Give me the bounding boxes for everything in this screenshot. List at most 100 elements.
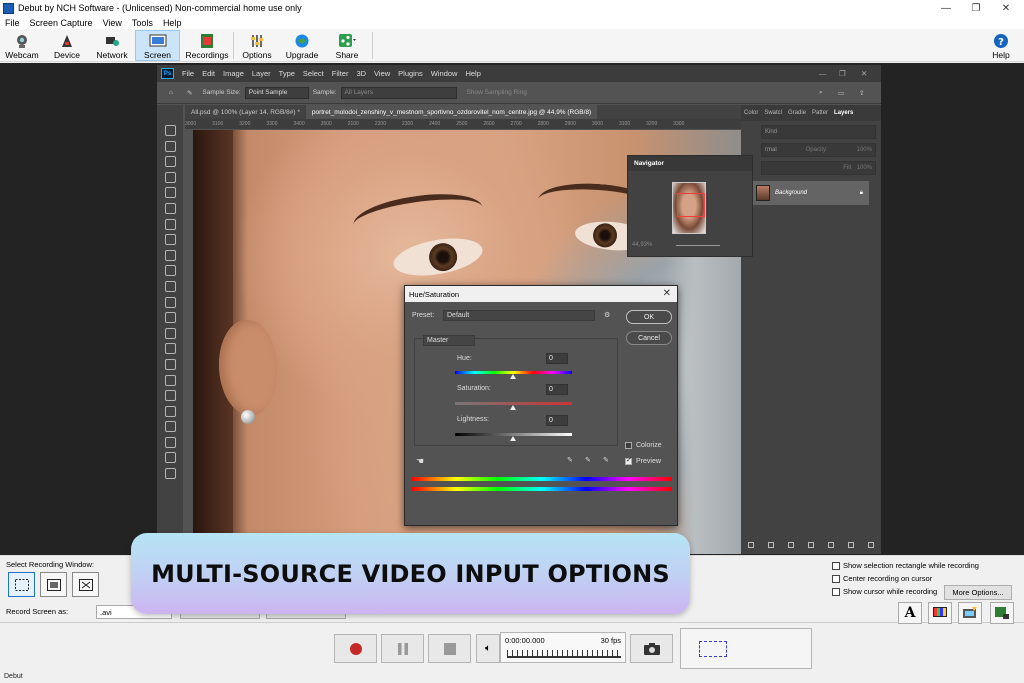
device-button[interactable]: Device xyxy=(48,30,86,61)
ps-menu-view[interactable]: View xyxy=(370,69,394,78)
preset-options-icon[interactable]: ⚙ xyxy=(604,311,610,319)
option-show-cursor[interactable]: Show cursor while recording xyxy=(832,587,937,596)
history-brush-icon[interactable] xyxy=(164,280,176,292)
colorize-checkbox[interactable] xyxy=(625,442,632,449)
navigator-zoom[interactable]: 44,93% xyxy=(632,242,652,248)
volume-button[interactable]: 🔈︎ xyxy=(476,634,500,663)
group-icon[interactable] xyxy=(828,542,834,548)
stamp-tool-icon[interactable] xyxy=(164,265,176,277)
tab-gradients[interactable]: Gradie xyxy=(785,110,809,116)
marquee-tool-icon[interactable] xyxy=(164,140,176,152)
menu-file[interactable]: File xyxy=(0,18,25,28)
tab-patterns[interactable]: Patter xyxy=(809,110,831,116)
fill-value[interactable]: 100% xyxy=(857,165,872,171)
move-tool-icon[interactable] xyxy=(164,125,176,136)
eyedropper-subtract-icon[interactable]: ✎ xyxy=(603,456,609,464)
color-swatch-icon[interactable] xyxy=(164,468,176,480)
sample-size-select[interactable]: Point Sample xyxy=(244,86,309,99)
checkbox[interactable] xyxy=(832,561,840,570)
ps-restore-icon[interactable]: ❐ xyxy=(839,69,846,78)
option-show-selection[interactable]: Show selection rectangle while recording xyxy=(832,561,979,570)
fx-icon[interactable] xyxy=(768,542,774,548)
stop-button[interactable] xyxy=(428,634,471,663)
snapshot-button[interactable] xyxy=(630,634,673,663)
ps-menu-file[interactable]: File xyxy=(178,69,198,78)
shape-tool-icon[interactable] xyxy=(164,405,176,417)
menu-help[interactable]: Help xyxy=(158,18,187,28)
preset-select[interactable]: Default xyxy=(443,310,595,321)
dodge-tool-icon[interactable] xyxy=(164,343,176,355)
cancel-button[interactable]: Cancel xyxy=(626,331,672,345)
eyedropper-tool-icon[interactable]: ✎ xyxy=(187,89,192,97)
lightness-value[interactable]: 0 xyxy=(546,415,568,426)
tab-color[interactable]: Color xyxy=(741,110,761,116)
ps-menu-filter[interactable]: Filter xyxy=(328,69,353,78)
upgrade-button[interactable]: Upgrade xyxy=(282,30,322,61)
menu-view[interactable]: View xyxy=(98,18,127,28)
checkbox[interactable] xyxy=(832,587,840,596)
blend-mode-select[interactable]: rmal xyxy=(765,147,777,153)
more-tools-icon[interactable] xyxy=(164,452,176,464)
document-tab-active[interactable]: portret_molodoi_zenshiny_v_mestnom_sport… xyxy=(305,105,598,119)
network-button[interactable]: Network xyxy=(92,30,132,61)
link-layers-icon[interactable] xyxy=(748,542,754,548)
video-effects-button[interactable] xyxy=(958,602,982,624)
ps-menu-help[interactable]: Help xyxy=(461,69,484,78)
saturation-slider-knob[interactable] xyxy=(510,405,516,410)
lightness-slider-knob[interactable] xyxy=(510,436,516,441)
preview-checkbox[interactable] xyxy=(625,456,632,465)
layer-background[interactable]: Background 🔒︎ xyxy=(751,181,869,205)
minimize-button[interactable]: — xyxy=(930,0,962,16)
text-caption-button[interactable]: A xyxy=(898,602,922,624)
document-tab[interactable]: All.psd @ 100% (Layer 14, RGB/8#) * xyxy=(185,105,306,119)
ps-menu-edit[interactable]: Edit xyxy=(198,69,219,78)
hand-tool-icon[interactable] xyxy=(164,421,176,433)
select-rectangle-button[interactable] xyxy=(8,572,35,597)
ps-menu-type[interactable]: Type xyxy=(275,69,299,78)
show-sampling-ring-checkbox[interactable]: Show Sampling Ring xyxy=(467,89,527,96)
ps-search-icon[interactable]: ⌕ xyxy=(819,89,823,97)
share-button[interactable]: Share xyxy=(326,30,368,61)
ps-minimize-icon[interactable]: — xyxy=(819,69,827,78)
webcam-button[interactable]: Webcam xyxy=(2,30,42,61)
record-button[interactable] xyxy=(334,634,377,663)
ps-close-icon[interactable]: ✕ xyxy=(861,69,867,78)
sample-select[interactable]: All Layers xyxy=(340,86,457,99)
opacity-value[interactable]: 100% xyxy=(857,147,872,153)
ps-menu-select[interactable]: Select xyxy=(299,69,328,78)
ps-menu-layer[interactable]: Layer xyxy=(248,69,275,78)
adjustment-icon[interactable] xyxy=(808,542,814,548)
delete-layer-icon[interactable] xyxy=(868,542,874,548)
tab-layers[interactable]: Layers xyxy=(831,110,856,116)
color-adjust-button[interactable] xyxy=(928,602,952,624)
eyedropper-icon[interactable] xyxy=(164,218,176,230)
ps-menu-3d[interactable]: 3D xyxy=(352,69,370,78)
tab-swatches[interactable]: Swatcl xyxy=(761,110,785,116)
menu-screen-capture[interactable]: Screen Capture xyxy=(25,18,98,28)
timeline-line[interactable] xyxy=(507,656,621,658)
frame-tool-icon[interactable] xyxy=(164,202,176,214)
navigator-zoom-slider[interactable] xyxy=(676,245,720,246)
ps-menu-window[interactable]: Window xyxy=(427,69,462,78)
lasso-tool-icon[interactable] xyxy=(164,156,176,168)
ps-workspace-icon[interactable]: ▭ xyxy=(838,89,844,97)
brush-tool-icon[interactable] xyxy=(164,249,176,261)
hue-value[interactable]: 0 xyxy=(546,353,568,364)
checkbox[interactable] xyxy=(832,574,840,583)
type-tool-icon[interactable] xyxy=(164,374,176,386)
restore-button[interactable]: ❐ xyxy=(960,0,992,16)
dialog-close-icon[interactable]: ✕ xyxy=(663,288,671,299)
ok-button[interactable]: OK xyxy=(626,310,672,324)
targeted-adjust-hand-icon[interactable]: ☚ xyxy=(416,456,424,467)
screen-button[interactable]: Screen xyxy=(135,30,180,61)
eyedropper-sample-icon[interactable]: ✎ xyxy=(567,456,573,464)
gradient-tool-icon[interactable] xyxy=(164,312,176,324)
recordings-button[interactable]: Recordings xyxy=(184,30,230,61)
home-icon[interactable]: ⌂ xyxy=(169,89,173,96)
eyedropper-add-icon[interactable]: ✎ xyxy=(585,456,591,464)
path-select-icon[interactable] xyxy=(164,390,176,402)
eraser-tool-icon[interactable] xyxy=(164,296,176,308)
channel-select[interactable]: Master xyxy=(423,335,475,346)
new-layer-icon[interactable] xyxy=(848,542,854,548)
quick-select-tool-icon[interactable] xyxy=(164,171,176,183)
